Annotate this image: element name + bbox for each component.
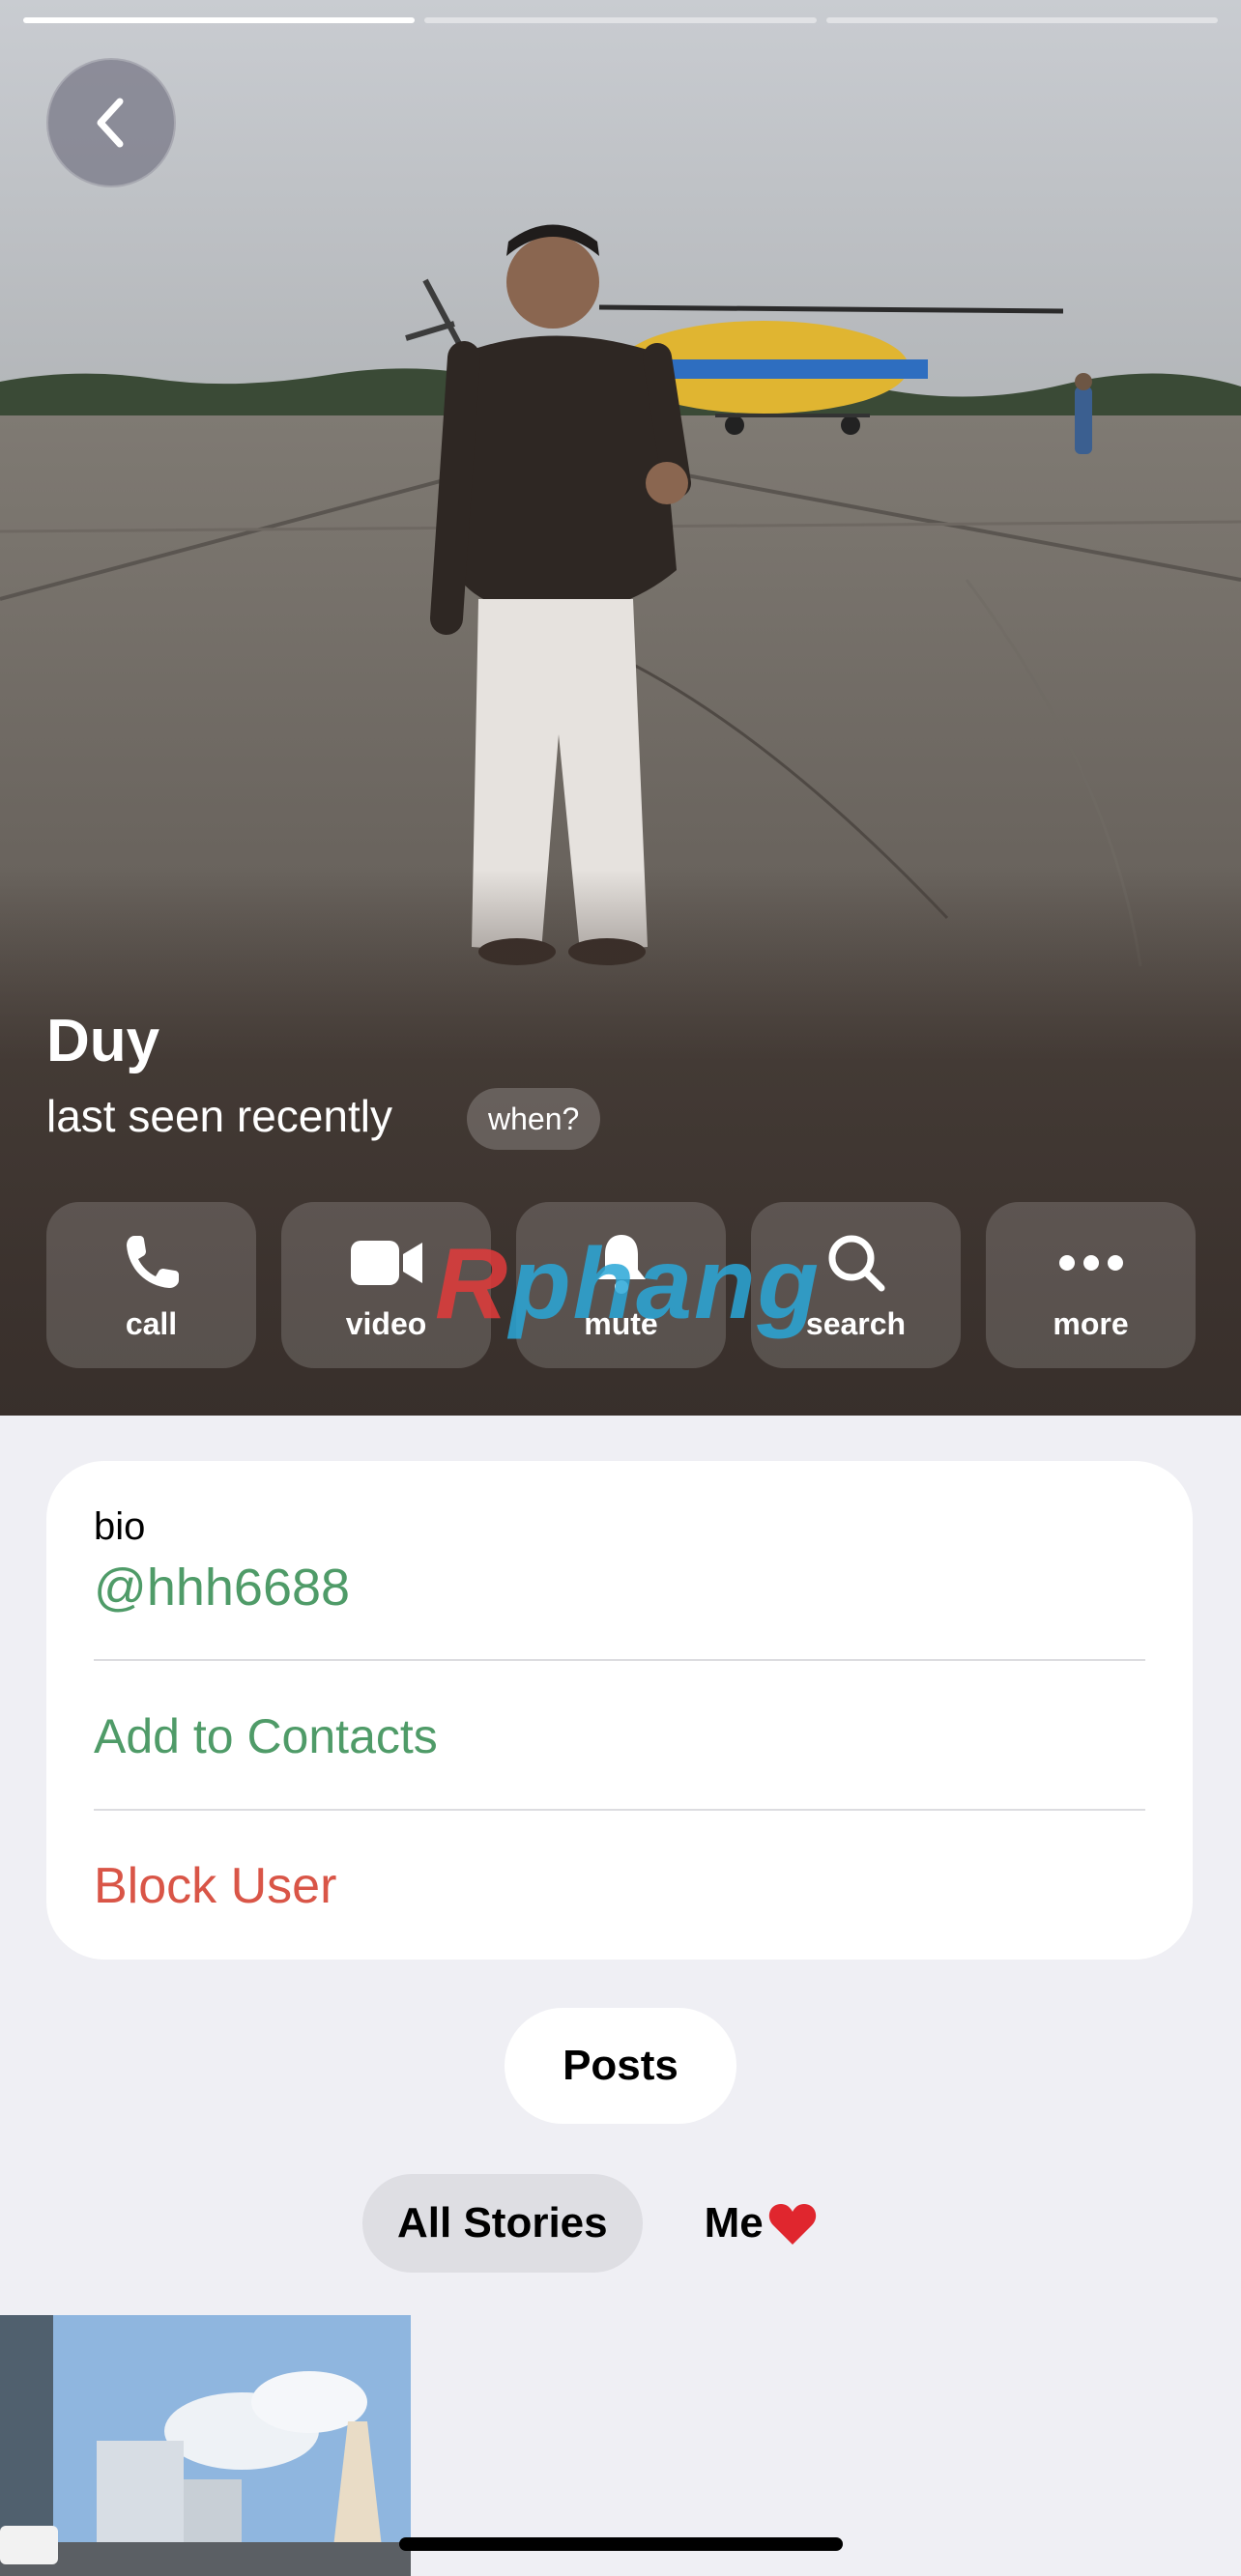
- chevron-left-icon: [97, 98, 124, 148]
- block-user-button[interactable]: Block User: [94, 1857, 336, 1915]
- add-to-contacts-button[interactable]: Add to Contacts: [94, 1708, 438, 1764]
- profile-photo-header: Duy last seen recently when? call video: [0, 0, 1241, 1416]
- tab-me[interactable]: Me: [670, 2174, 852, 2273]
- profile-name: Duy: [46, 1008, 160, 1074]
- story-thumbnail[interactable]: [0, 2315, 411, 2576]
- divider: [94, 1659, 1145, 1661]
- search-icon: [828, 1235, 884, 1291]
- progress-segment: [825, 17, 1218, 23]
- posts-tab[interactable]: Posts: [505, 2008, 736, 2124]
- phone-icon: [126, 1235, 179, 1288]
- tab-me-label: Me: [704, 2199, 764, 2247]
- heart-icon: [768, 2204, 816, 2245]
- bio-username-link[interactable]: @hhh6688: [94, 1558, 350, 1617]
- bio-label: bio: [94, 1505, 146, 1548]
- action-label: video: [345, 1305, 427, 1341]
- home-indicator: [399, 2537, 843, 2551]
- last-seen-status: last seen recently: [46, 1091, 392, 1141]
- back-button[interactable]: [46, 58, 176, 187]
- divider: [94, 1809, 1145, 1811]
- story-thumbnail-image: [0, 2315, 411, 2576]
- when-button[interactable]: when?: [467, 1088, 601, 1150]
- story-progress-bar: [23, 17, 1218, 23]
- progress-segment: [424, 17, 817, 23]
- watermark-logo: Rphang: [435, 1228, 822, 1340]
- call-button[interactable]: call: [46, 1202, 256, 1368]
- progress-segment: [23, 17, 416, 23]
- ellipsis-icon: [1058, 1254, 1123, 1271]
- video-camera-icon: [350, 1240, 422, 1285]
- action-label: more: [1053, 1305, 1129, 1341]
- tab-all-stories[interactable]: All Stories: [362, 2174, 643, 2273]
- action-label: search: [805, 1305, 907, 1341]
- profile-info-card: bio @hhh6688 Add to Contacts Block User: [46, 1461, 1193, 1960]
- more-button[interactable]: more: [986, 1202, 1196, 1368]
- story-filter-tabs: All Stories Me: [362, 2174, 852, 2273]
- action-label: call: [125, 1305, 178, 1341]
